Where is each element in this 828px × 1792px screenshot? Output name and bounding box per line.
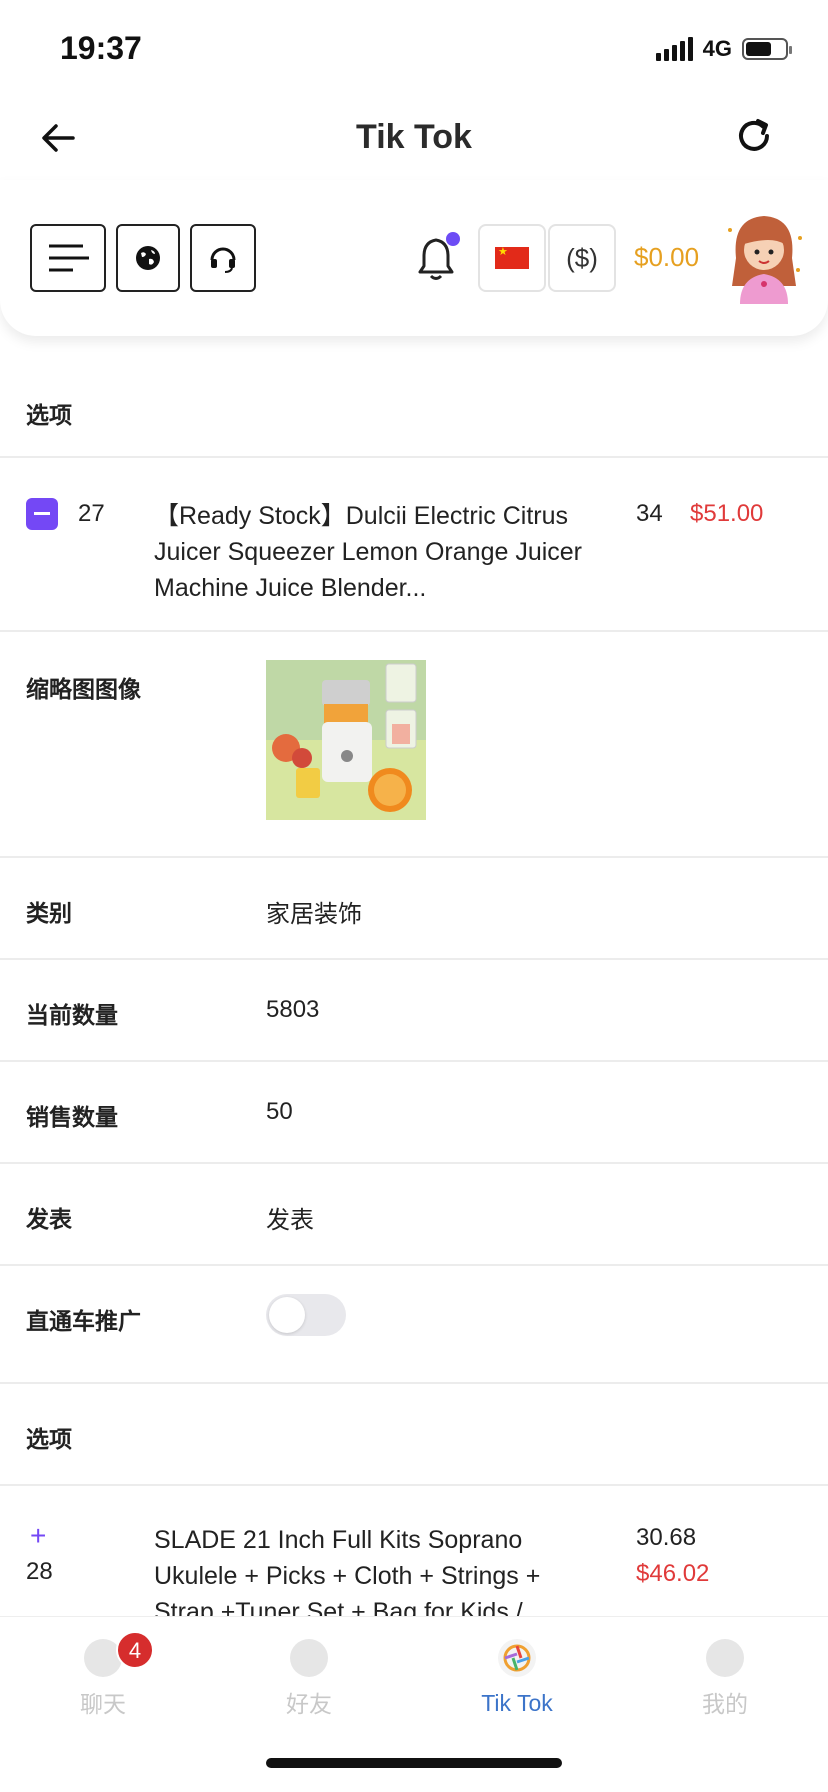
product-list: 选项 27 【Ready Stock】Dulcii Electric Citru…: [0, 336, 828, 1626]
nav-me[interactable]: 我的: [650, 1627, 800, 1727]
product-price: $51.00: [690, 500, 764, 527]
nav-tiktok[interactable]: Tik Tok: [442, 1627, 592, 1727]
product-row[interactable]: + 28 SLADE 21 Inch Full Kits Soprano Uku…: [0, 1486, 828, 1627]
menu-icon: [49, 244, 89, 272]
product-quantity: 34: [636, 500, 663, 527]
battery-icon: [742, 38, 792, 60]
publish-label: 发表: [26, 1206, 72, 1232]
notification-dot: [446, 232, 460, 246]
page-title: Tik Tok: [356, 118, 472, 156]
promo-label: 直通车推广: [26, 1308, 141, 1334]
sold-qty-row: 销售数量 50: [0, 1062, 828, 1164]
expand-plus-icon[interactable]: +: [30, 1522, 46, 1550]
toggle-knob: [269, 1297, 305, 1333]
options-header-row: 选项: [0, 336, 828, 458]
title-bar: Tik Tok: [0, 100, 828, 180]
product-id: 27: [78, 500, 105, 527]
nav-chat[interactable]: 4 聊天: [28, 1627, 178, 1727]
promo-toggle[interactable]: [266, 1294, 346, 1336]
nav-label: 我的: [702, 1691, 748, 1717]
promo-row: 直通车推广: [0, 1266, 828, 1384]
nav-friends[interactable]: 好友: [234, 1627, 384, 1727]
product-name: 【Ready Stock】Dulcii Electric Citrus Juic…: [154, 502, 583, 602]
publish-row: 发表 发表: [0, 1164, 828, 1266]
currency-button[interactable]: ($): [548, 224, 616, 292]
status-bar: 19:37 4G: [0, 0, 828, 100]
category-label: 类别: [26, 900, 72, 926]
profile-icon: [706, 1639, 744, 1677]
nav-label: 好友: [286, 1691, 332, 1717]
product-quantity: 30.68: [636, 1524, 697, 1551]
language-button[interactable]: [116, 224, 180, 292]
options-label: 选项: [26, 402, 72, 428]
refresh-icon: [739, 119, 769, 151]
signal-icon: [655, 37, 693, 61]
sold-qty-label: 销售数量: [26, 1104, 118, 1130]
region-button[interactable]: [478, 224, 546, 292]
chat-badge: 4: [116, 1631, 154, 1669]
balance-amount: $0.00: [634, 242, 700, 272]
options-header-row-2: 选项: [0, 1384, 828, 1486]
network-label: 4G: [702, 36, 732, 61]
menu-button[interactable]: [30, 224, 106, 292]
current-qty-value: 5803: [266, 996, 320, 1023]
toolbar: ($) $0.00: [0, 180, 828, 336]
options-label: 选项: [26, 1426, 72, 1452]
thumbnail-row: 缩略图图像: [0, 632, 828, 858]
china-flag-icon: [495, 245, 529, 269]
nav-label: Tik Tok: [481, 1690, 553, 1716]
status-indicators: 4G: [655, 36, 792, 62]
product-id: 28: [26, 1558, 53, 1585]
category-value: 家居装饰: [266, 901, 362, 928]
support-button[interactable]: [190, 224, 256, 292]
refresh-button[interactable]: [732, 114, 776, 158]
collapse-checkbox[interactable]: [26, 498, 58, 530]
globe-icon: [136, 246, 160, 270]
sold-qty-value: 50: [266, 1098, 293, 1125]
thumbnail-label: 缩略图图像: [26, 676, 141, 702]
category-row: 类别 家居装饰: [0, 858, 828, 960]
current-qty-row: 当前数量 5803: [0, 960, 828, 1062]
nav-label: 聊天: [80, 1691, 126, 1717]
smile-icon: [290, 1639, 328, 1677]
product-name: SLADE 21 Inch Full Kits Soprano Ukulele …: [154, 1526, 544, 1626]
product-row[interactable]: 27 【Ready Stock】Dulcii Electric Citrus J…: [0, 458, 828, 632]
tiktok-aperture-icon: [498, 1639, 536, 1677]
product-thumbnail[interactable]: [266, 660, 426, 820]
home-indicator: [266, 1758, 562, 1768]
status-time: 19:37: [60, 30, 142, 66]
headset-icon: [210, 247, 236, 273]
current-qty-label: 当前数量: [26, 1002, 118, 1028]
publish-value[interactable]: 发表: [266, 1200, 314, 1235]
product-price: $46.02: [636, 1560, 710, 1587]
avatar[interactable]: [722, 208, 806, 304]
